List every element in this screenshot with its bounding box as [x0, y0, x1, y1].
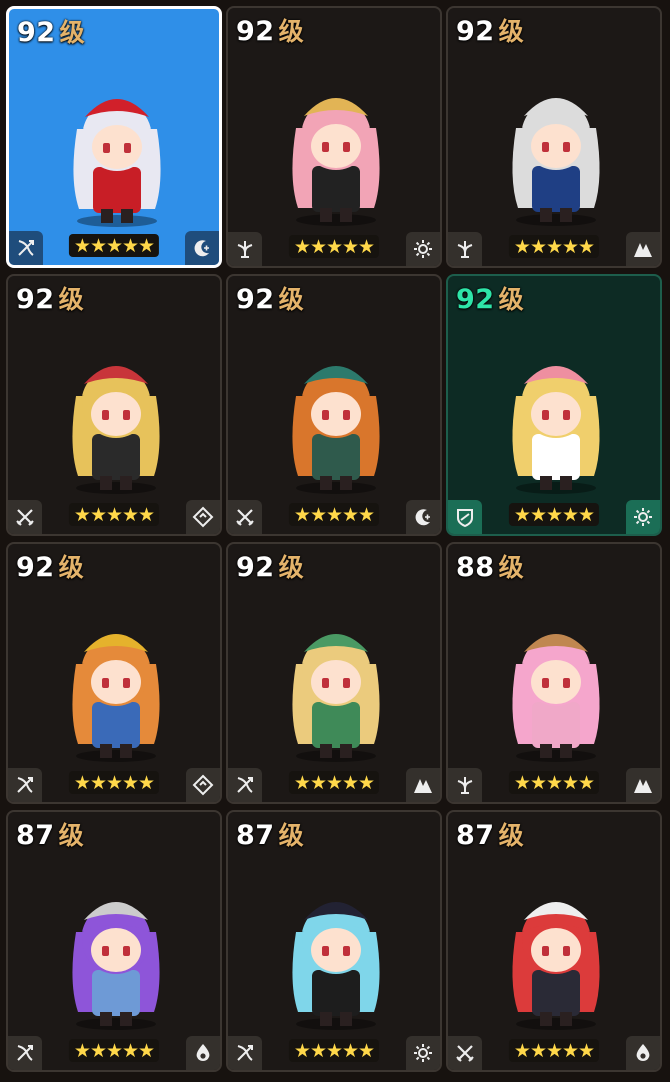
star-rating: ★★★★★: [508, 1039, 600, 1062]
star-rating: ★★★★★: [68, 234, 160, 257]
gear-icon: [406, 232, 440, 266]
bow-icon: [228, 768, 262, 802]
hero-card[interactable]: 92 级 ★★★★★: [6, 274, 222, 536]
level-unit: 级: [278, 17, 305, 46]
star-rating: ★★★★★: [68, 771, 160, 794]
star-rating: ★★★★★: [508, 771, 600, 794]
star-rating: ★★★★★: [288, 235, 380, 258]
bow-icon: [8, 1036, 42, 1070]
bow-icon: [9, 231, 43, 265]
healer-icon: [448, 232, 482, 266]
hero-card[interactable]: 92 级 ★★★★★: [6, 6, 222, 268]
level-number: 92: [236, 552, 275, 583]
level-number: 88: [456, 552, 495, 583]
hero-card[interactable]: 92 级 ★★★★★: [446, 274, 662, 536]
swords-icon: [8, 500, 42, 534]
hero-portrait: [488, 326, 624, 496]
star-rating: ★★★★★: [68, 503, 160, 526]
hero-level: 88 级: [456, 548, 524, 584]
hero-grid: 92 级 ★★★★★ 92 级 ★★★★★ 92 级 ★★★★★ 92 级 ★★★★★ 92 级 ★★★★★…: [6, 6, 662, 1072]
level-number: 92: [236, 16, 275, 47]
gear-icon: [626, 500, 660, 534]
hero-portrait: [268, 862, 404, 1032]
bow-icon: [228, 1036, 262, 1070]
mountain-icon: [626, 768, 660, 802]
level-unit: 级: [278, 821, 305, 850]
level-number: 92: [236, 284, 275, 315]
water-icon: [626, 1036, 660, 1070]
level-unit: 级: [278, 285, 305, 314]
star-rating: ★★★★★: [288, 1039, 380, 1062]
hero-portrait: [48, 326, 184, 496]
hero-card[interactable]: 88 级 ★★★★★: [446, 542, 662, 804]
moon-icon: [406, 500, 440, 534]
star-rating: ★★★★★: [288, 503, 380, 526]
star-rating: ★★★★★: [508, 503, 600, 526]
hero-level: 92 级: [17, 13, 85, 49]
star-rating: ★★★★★: [288, 771, 380, 794]
hero-card[interactable]: 92 级 ★★★★★: [226, 6, 442, 268]
hero-level: 92 级: [456, 280, 524, 316]
hero-level: 87 级: [236, 816, 304, 852]
shield-icon: [448, 500, 482, 534]
level-number: 87: [16, 820, 55, 851]
hero-card[interactable]: 92 级 ★★★★★: [446, 6, 662, 268]
star-rating: ★★★★★: [68, 1039, 160, 1062]
level-unit: 级: [58, 821, 85, 850]
level-unit: 级: [498, 553, 525, 582]
hero-level: 92 级: [236, 12, 304, 48]
level-number: 87: [456, 820, 495, 851]
hero-card[interactable]: 92 级 ★★★★★: [226, 274, 442, 536]
hero-portrait: [48, 862, 184, 1032]
level-number: 87: [236, 820, 275, 851]
mountain-icon: [626, 232, 660, 266]
level-unit: 级: [498, 17, 525, 46]
star-rating: ★★★★★: [508, 235, 600, 258]
hero-portrait: [48, 594, 184, 764]
level-number: 92: [16, 284, 55, 315]
hero-level: 92 级: [236, 548, 304, 584]
hero-portrait: [268, 58, 404, 228]
hero-card[interactable]: 87 级 ★★★★★: [226, 810, 442, 1072]
healer-icon: [228, 232, 262, 266]
level-unit: 级: [498, 821, 525, 850]
hero-portrait: [488, 594, 624, 764]
hero-level: 92 级: [456, 12, 524, 48]
diamond-icon: [186, 500, 220, 534]
level-unit: 级: [58, 553, 85, 582]
diamond-icon: [186, 768, 220, 802]
hero-card[interactable]: 92 级 ★★★★★: [6, 542, 222, 804]
hero-level: 87 级: [16, 816, 84, 852]
gear-icon: [406, 1036, 440, 1070]
level-number: 92: [17, 17, 56, 48]
hero-portrait: [488, 58, 624, 228]
hero-level: 92 级: [236, 280, 304, 316]
level-unit: 级: [278, 553, 305, 582]
mountain-icon: [406, 768, 440, 802]
water-icon: [186, 1036, 220, 1070]
level-unit: 级: [498, 285, 525, 314]
level-number: 92: [16, 552, 55, 583]
hero-level: 87 级: [456, 816, 524, 852]
hero-portrait: [268, 594, 404, 764]
bow-icon: [8, 768, 42, 802]
healer-icon: [448, 768, 482, 802]
hero-card[interactable]: 92 级 ★★★★★: [226, 542, 442, 804]
moon-icon: [185, 231, 219, 265]
hero-portrait: [268, 326, 404, 496]
level-number: 92: [456, 16, 495, 47]
hero-portrait: [49, 59, 185, 229]
hero-level: 92 级: [16, 548, 84, 584]
swords-icon: [228, 500, 262, 534]
level-number: 92: [456, 284, 495, 315]
hero-card[interactable]: 87 级 ★★★★★: [446, 810, 662, 1072]
level-unit: 级: [59, 18, 86, 47]
hero-portrait: [488, 862, 624, 1032]
level-unit: 级: [58, 285, 85, 314]
hero-level: 92 级: [16, 280, 84, 316]
swords-icon: [448, 1036, 482, 1070]
hero-card[interactable]: 87 级 ★★★★★: [6, 810, 222, 1072]
